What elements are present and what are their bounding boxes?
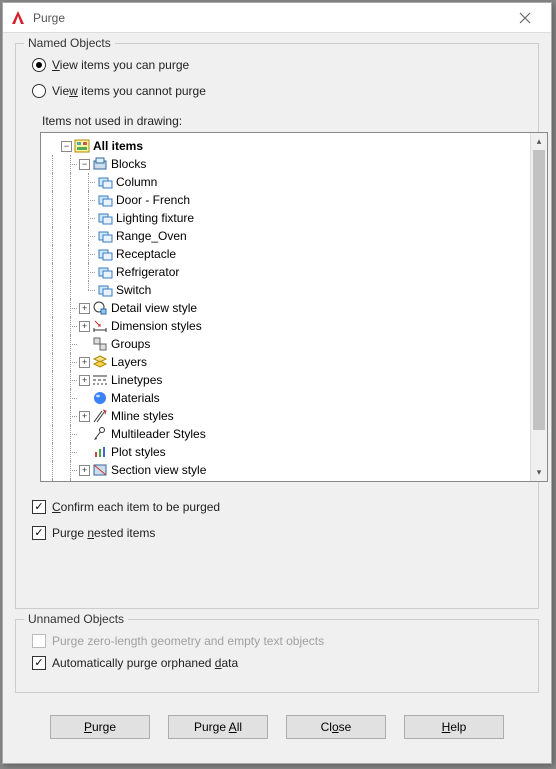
tree-label: Blocks <box>111 157 146 171</box>
tree-label: Materials <box>111 391 160 405</box>
plot-icon <box>92 444 108 460</box>
tree-category[interactable]: Groups <box>43 335 528 353</box>
tree-block-item[interactable]: Refrigerator <box>43 263 528 281</box>
purge-all-button[interactable]: Purge All <box>168 715 268 739</box>
tree-block-item[interactable]: Switch <box>43 281 528 299</box>
detail-icon <box>92 300 108 316</box>
tree-block-item[interactable]: Range_Oven <box>43 227 528 245</box>
materials-icon <box>92 390 108 406</box>
block-icon <box>97 282 113 298</box>
block-icon <box>97 174 113 190</box>
dim-icon <box>92 318 108 334</box>
blocks-icon <box>92 156 108 172</box>
tree-label: Layers <box>111 355 147 369</box>
scroll-down-icon[interactable]: ▾ <box>531 464 547 481</box>
tree-label: Plot styles <box>111 445 166 459</box>
tree-label: Detail view style <box>111 301 197 315</box>
block-icon <box>97 192 113 208</box>
expander-icon[interactable]: − <box>79 159 90 170</box>
layers-icon <box>92 354 108 370</box>
tree-view[interactable]: −All items−BlocksColumnDoor - FrenchLigh… <box>40 132 548 482</box>
tree-category[interactable]: Multileader Styles <box>43 425 528 443</box>
check-orphaned-label: Automatically purge orphaned data <box>52 656 238 670</box>
tree-label: Switch <box>116 283 151 297</box>
tree-block-item[interactable]: Door - French <box>43 191 528 209</box>
tree-category[interactable]: Shapes <box>43 479 528 481</box>
button-row: Purge Purge All Close Help <box>15 703 539 753</box>
scroll-up-icon[interactable]: ▴ <box>531 133 547 150</box>
tree-label: Receptacle <box>116 247 176 261</box>
tree-label: Column <box>116 175 157 189</box>
linetypes-icon <box>92 372 108 388</box>
check-confirm-label: Confirm each item to be purged <box>52 500 220 514</box>
close-icon[interactable] <box>505 4 545 32</box>
named-objects-legend: Named Objects <box>24 36 115 50</box>
multileader-icon <box>92 426 108 442</box>
expander-icon[interactable]: + <box>79 303 90 314</box>
check-nested-label: Purge nested items <box>52 526 155 540</box>
tree-blocks[interactable]: − Blocks <box>43 155 528 173</box>
block-icon <box>97 210 113 226</box>
check-nested[interactable]: Purge nested items <box>32 526 526 540</box>
tree-label: Range_Oven <box>116 229 187 243</box>
help-button[interactable]: Help <box>404 715 504 739</box>
tree-block-item[interactable]: Column <box>43 173 528 191</box>
close-button[interactable]: Close <box>286 715 386 739</box>
radio-cannot-purge-label: View items you cannot purge <box>52 84 206 98</box>
purge-dialog: Purge Named Objects View items you can p… <box>2 2 552 764</box>
tree-block-item[interactable]: Lighting fixture <box>43 209 528 227</box>
window-title: Purge <box>33 11 505 25</box>
shapes-icon <box>92 480 108 481</box>
check-zero-length: Purge zero-length geometry and empty tex… <box>32 634 526 648</box>
titlebar[interactable]: Purge <box>3 3 551 33</box>
tree-label: Mline styles <box>111 409 174 423</box>
unnamed-objects-legend: Unnamed Objects <box>24 612 128 626</box>
named-objects-group: Named Objects View items you can purge V… <box>15 43 539 609</box>
expander-icon[interactable]: + <box>79 321 90 332</box>
tree-category[interactable]: Materials <box>43 389 528 407</box>
radio-can-purge[interactable]: View items you can purge <box>32 58 526 72</box>
tree-label: Linetypes <box>111 373 162 387</box>
tree-label: Door - French <box>116 193 190 207</box>
section-icon <box>92 462 108 478</box>
tree-block-item[interactable]: Receptacle <box>43 245 528 263</box>
tree-label: Multileader Styles <box>111 427 206 441</box>
check-zero-length-label: Purge zero-length geometry and empty tex… <box>52 634 324 648</box>
scrollbar[interactable]: ▴ ▾ <box>530 133 547 481</box>
tree-label: Refrigerator <box>116 265 179 279</box>
tree-label: Groups <box>111 337 150 351</box>
tree-category[interactable]: + Detail view style <box>43 299 528 317</box>
expander-icon[interactable]: + <box>79 411 90 422</box>
tree-label: All items <box>93 139 143 153</box>
tree-label: Dimension styles <box>111 319 202 333</box>
mline-icon <box>92 408 108 424</box>
tree-category[interactable]: + Dimension styles <box>43 317 528 335</box>
tree-category[interactable]: + Linetypes <box>43 371 528 389</box>
expander-icon[interactable]: + <box>79 465 90 476</box>
groups-icon <box>92 336 108 352</box>
expander-icon[interactable]: + <box>79 357 90 368</box>
allitems-icon <box>74 138 90 154</box>
app-icon <box>9 9 27 27</box>
expander-icon[interactable]: − <box>61 141 72 152</box>
purge-button[interactable]: Purge <box>50 715 150 739</box>
tree-category[interactable]: Plot styles <box>43 443 528 461</box>
tree-category[interactable]: + Mline styles <box>43 407 528 425</box>
check-orphaned[interactable]: Automatically purge orphaned data <box>32 656 526 670</box>
tree-category[interactable]: + Section view style <box>43 461 528 479</box>
tree-root[interactable]: − All items <box>43 137 528 155</box>
tree-category[interactable]: + Layers <box>43 353 528 371</box>
block-icon <box>97 246 113 262</box>
block-icon <box>97 264 113 280</box>
radio-can-purge-label: View items you can purge <box>52 58 189 72</box>
check-confirm[interactable]: Confirm each item to be purged <box>32 500 526 514</box>
tree-subtitle: Items not used in drawing: <box>42 114 526 128</box>
tree-label: Lighting fixture <box>116 211 194 225</box>
unnamed-objects-group: Unnamed Objects Purge zero-length geomet… <box>15 619 539 693</box>
radio-cannot-purge[interactable]: View items you cannot purge <box>32 84 526 98</box>
tree-label: Section view style <box>111 463 206 477</box>
block-icon <box>97 228 113 244</box>
scroll-thumb[interactable] <box>533 150 545 430</box>
expander-icon[interactable]: + <box>79 375 90 386</box>
